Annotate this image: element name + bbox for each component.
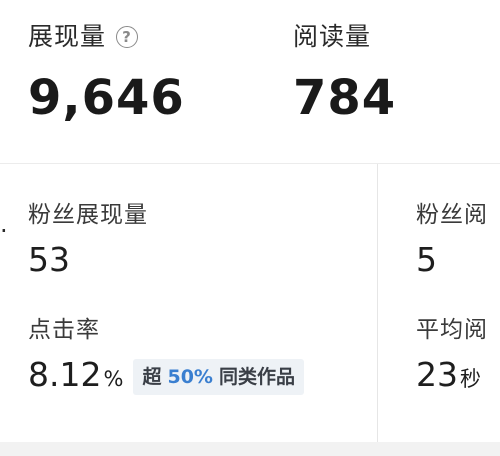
avg-read-label: 平均阅 (416, 317, 488, 343)
bottom-band (0, 442, 500, 456)
column-divider (377, 164, 378, 442)
stats-page: 展现量 ? 9,646 阅读量 784 . 粉丝展现量 53 点击率 8.12 … (0, 0, 500, 456)
fan-reads-label: 粉丝阅 (416, 202, 488, 228)
avg-read-unit: 秒 (460, 367, 481, 391)
avg-read-value: 23 秒 (416, 355, 488, 399)
ctr-metric: 点击率 8.12 % 超 50% 同类作品 (28, 315, 304, 399)
ctr-comparison-badge: 超 50% 同类作品 (133, 359, 304, 395)
fan-impressions-value: 53 (28, 240, 148, 280)
reads-label: 阅读量 (293, 22, 372, 51)
avg-read-metric: 平均阅 23 秒 (416, 315, 488, 399)
ctr-value: 8.12 % 超 50% 同类作品 (28, 355, 304, 399)
section-divider (0, 163, 500, 164)
fan-impressions-label: 粉丝展现量 (28, 202, 148, 228)
reads-metric: 阅读量 784 (293, 20, 396, 128)
impressions-value: 9,646 (28, 70, 185, 126)
impressions-metric: 展现量 ? 9,646 (28, 20, 185, 128)
badge-prefix: 超 (142, 366, 162, 388)
avg-read-number: 23 (416, 355, 458, 394)
ctr-number: 8.12 (28, 355, 102, 394)
impressions-label: 展现量 (28, 22, 107, 51)
fan-reads-number: 5 (416, 240, 437, 279)
ctr-unit: % (103, 367, 124, 391)
ctr-label: 点击率 (28, 317, 100, 343)
truncated-marker: . (0, 210, 8, 238)
fan-impressions-metric: 粉丝展现量 53 (28, 200, 148, 280)
impressions-label-row: 展现量 ? (28, 20, 185, 54)
badge-suffix: 同类作品 (218, 366, 295, 388)
reads-value: 784 (293, 70, 397, 126)
fan-reads-metric: 粉丝阅 5 (416, 200, 488, 280)
fan-impressions-number: 53 (28, 240, 70, 279)
fan-reads-value: 5 (416, 240, 488, 280)
badge-highlight: 50% (167, 366, 213, 388)
help-icon[interactable]: ? (116, 26, 139, 48)
